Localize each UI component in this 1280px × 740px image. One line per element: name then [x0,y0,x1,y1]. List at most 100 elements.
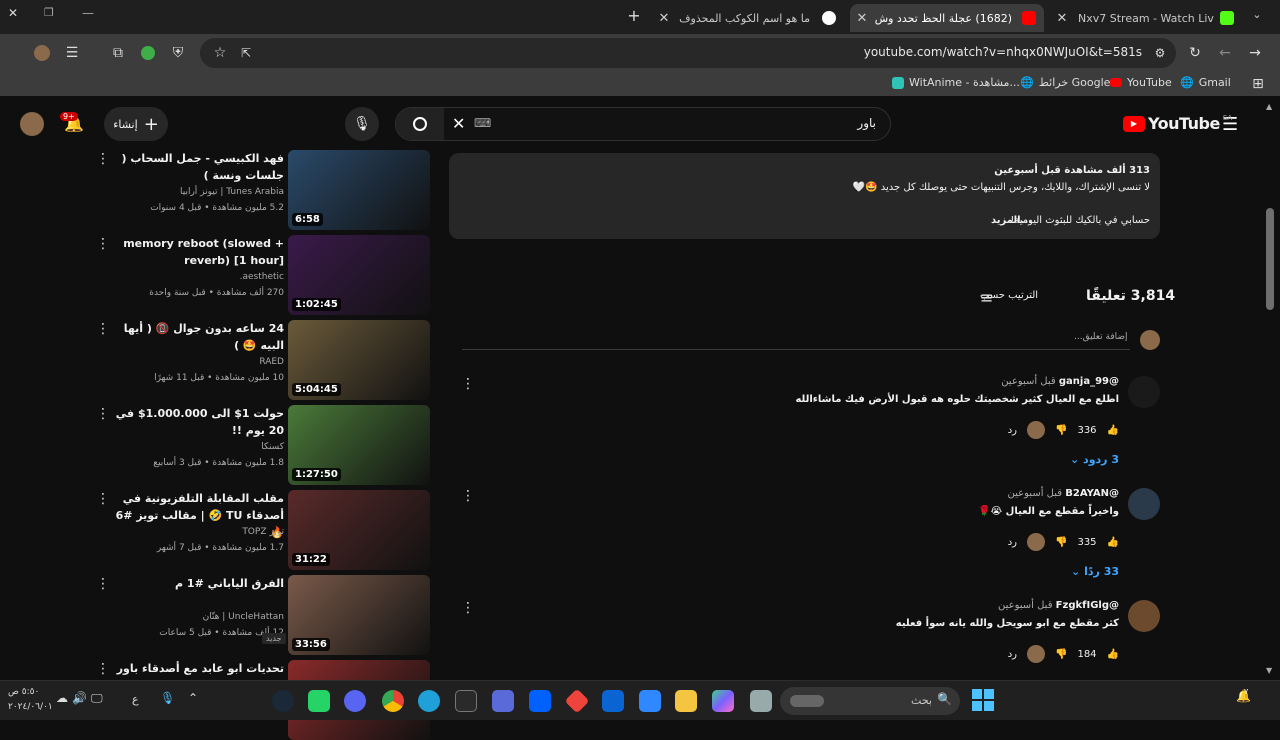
edge-icon[interactable] [418,690,440,712]
reply-button[interactable]: رد [1008,649,1017,660]
comment-time[interactable]: قبل أسبوعين [1001,376,1056,387]
site-info-icon[interactable]: ⚙ [1150,43,1170,63]
taskbar-search[interactable]: 🔍 بحث [780,687,960,715]
search-button[interactable] [396,108,444,140]
page-scrollbar[interactable]: ▲ ▼ [1262,100,1280,680]
sort-label[interactable]: الترتيب حسب [980,290,1038,301]
related-video-item[interactable]: ⋮ memory reboot (slowed + reverb) [1 hou… [90,235,432,315]
bookmark-google-maps[interactable]: 🌐 خرائط Google [1020,76,1110,89]
related-video-channel[interactable]: RAED [112,354,284,370]
comment-avatar[interactable] [1128,376,1160,408]
related-video-item[interactable]: ⋮ مقلب المقابلة التلفزيونية في أصدقاء TU… [90,490,432,570]
epic-games-icon[interactable] [455,690,477,712]
more-options-icon[interactable]: ⋮ [96,407,110,421]
related-video-channel[interactable]: Tunes Arabia | تيونز أرابيا [112,184,284,200]
more-options-icon[interactable]: ⋮ [96,577,110,591]
related-video-thumbnail[interactable]: 5:04:45 [288,320,430,400]
related-video-title[interactable]: الفرق الياباني #1 م [112,575,284,592]
related-video-channel[interactable]: تويز TOPZ [112,524,284,540]
add-comment-input[interactable] [462,330,1130,350]
youtube-logo[interactable]: ▶ YouTube SA [1123,114,1232,133]
dislike-icon[interactable]: 👎 [1055,425,1067,436]
translator-icon[interactable] [492,690,514,712]
related-video-thumbnail[interactable]: 33:56 [288,575,430,655]
media-queue-icon[interactable]: ☰ [62,43,82,63]
clock-time[interactable]: ٥:٥٠ ص [8,687,39,697]
outlook-icon[interactable] [602,690,624,712]
bookmark-star-icon[interactable]: ☆ [210,43,230,63]
copilot-icon[interactable] [750,690,772,712]
like-icon[interactable]: 👍 [1107,537,1119,548]
search-box[interactable]: باور ⌨ ✕ [395,107,891,141]
search-input[interactable]: باور [857,116,876,130]
comment-time[interactable]: قبل أسبوعين [998,600,1053,611]
comment-options-icon[interactable]: ⋮ [461,376,475,392]
view-replies-button[interactable]: 3 ردود ⌄ [1070,453,1119,466]
related-video-thumbnail[interactable]: 31:22 [288,490,430,570]
comment-avatar[interactable] [1128,600,1160,632]
related-video-title[interactable]: 24 ساعه بدون جوال 📵 ( أيها البيه 🤩 ) [112,320,284,354]
view-replies-button[interactable]: 33 ردًا ⌄ [1071,565,1119,578]
microphone-icon[interactable]: 🎙 [160,691,175,705]
related-video-item[interactable]: ⋮ فهد الكبيسي - جمل السحاب ( جلسات ونسة … [90,150,432,230]
back-icon[interactable]: ← [1215,43,1235,63]
more-options-icon[interactable]: ⋮ [96,152,110,166]
comment-avatar[interactable] [1128,488,1160,520]
anydesk-icon[interactable] [564,688,590,714]
comment-options-icon[interactable]: ⋮ [461,600,475,616]
scroll-down-arrow[interactable]: ▼ [1266,666,1272,675]
chrome-icon[interactable] [382,690,404,712]
keyboard-icon[interactable]: ⌨ [474,116,491,130]
more-options-icon[interactable]: ⋮ [96,492,110,506]
account-avatar[interactable] [20,112,44,136]
forward-icon[interactable]: → [1245,43,1265,63]
extensions-icon[interactable]: ⧉ [108,43,128,63]
dropbox-icon[interactable] [529,690,551,712]
close-icon[interactable]: ✕ [1054,11,1070,26]
clock-date[interactable]: ٢٠٢٤/٠٦/٠١ [8,702,53,712]
voice-search-button[interactable]: 🎙 [345,107,379,141]
tab-google[interactable]: ✕ ما هو اسم الكوكب المحذوف - بحث [652,4,846,32]
description-box[interactable]: 313 ألف مشاهدة قبل أسبوعين لا تنسى الإشت… [449,153,1160,239]
related-video-thumbnail[interactable]: 1:02:45 [288,235,430,315]
more-options-icon[interactable]: ⋮ [96,322,110,336]
apps-grid-icon[interactable]: ⊞ [1248,74,1268,94]
close-icon[interactable]: ✕ [854,11,870,26]
clear-search-icon[interactable]: ✕ [452,114,465,133]
steam-icon[interactable] [272,690,294,712]
related-video-title[interactable]: حولت 1$ الى 1.000.000$ في 20 يوم !! [112,405,284,439]
related-video-title[interactable]: memory reboot (slowed + reverb) [1 hour] [112,235,284,269]
related-video-channel[interactable]: UncleHattan | هتّان [112,609,284,625]
start-button[interactable] [972,689,994,711]
scroll-up-arrow[interactable]: ▲ [1266,102,1272,111]
extension-green-icon[interactable] [138,43,158,63]
related-video-channel[interactable]: كسنكا [112,439,284,455]
bookmark-witanime[interactable]: WitAnime - مشاهدة... [892,76,1020,89]
file-explorer-icon[interactable] [675,690,697,712]
related-video-item[interactable]: ⋮ الفرق الياباني #1 م UncleHattan | هتّا… [90,575,432,655]
more-options-icon[interactable]: ⋮ [96,662,110,676]
store-icon[interactable] [639,690,661,712]
copilot-app-icon[interactable] [712,690,734,712]
comment-options-icon[interactable]: ⋮ [461,488,475,504]
related-video-channel[interactable]: aesthetic. [112,269,284,285]
bookmark-youtube[interactable]: YouTube [1110,76,1172,89]
reload-icon[interactable]: ↻ [1185,43,1205,63]
dislike-icon[interactable]: 👎 [1055,649,1067,660]
reply-button[interactable]: رد [1008,425,1017,436]
comment-author[interactable]: @FzgkfIGlg [1056,600,1119,611]
share-icon[interactable]: ⇱ [236,43,256,63]
tray-overflow-icon[interactable]: ⌃ [188,691,198,705]
minimize-button[interactable]: — [82,6,94,20]
dislike-icon[interactable]: 👎 [1055,537,1067,548]
tray-status-icons[interactable]: ☁🔊🖵 [56,691,107,706]
tab-nxv7[interactable]: ✕ Nxv7 Stream - Watch Live on Ki [1046,4,1242,32]
close-window-button[interactable]: ✕ [8,6,18,20]
maximize-button[interactable]: ❐ [44,6,54,19]
profile-avatar-icon[interactable] [32,43,52,63]
related-video-item[interactable]: ⋮ حولت 1$ الى 1.000.000$ في 20 يوم !! كس… [90,405,432,485]
discord-icon[interactable] [344,690,366,712]
comment-author[interactable]: @B2AYAN [1065,488,1119,499]
related-video-thumbnail[interactable]: 6:58 [288,150,430,230]
related-video-thumbnail[interactable]: 1:27:50 [288,405,430,485]
